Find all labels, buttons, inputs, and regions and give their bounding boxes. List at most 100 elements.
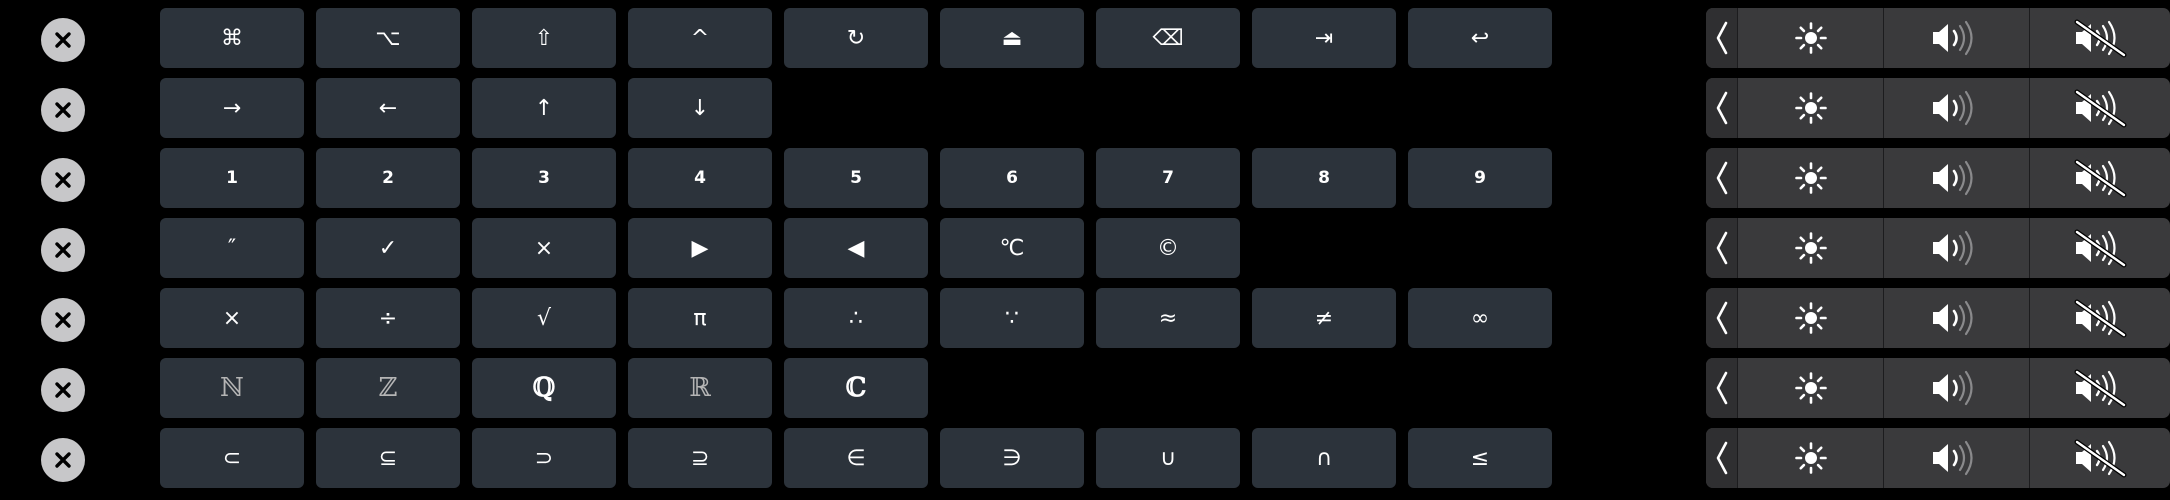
play-key[interactable]: ▶ xyxy=(628,218,772,278)
return-key[interactable]: ↩ xyxy=(1408,8,1552,68)
square-root-key[interactable]: √ xyxy=(472,288,616,348)
rotate-key[interactable]: ↻ xyxy=(784,8,928,68)
brightness-icon xyxy=(1794,442,1827,474)
delete-key[interactable]: ⌫ xyxy=(1096,8,1240,68)
chevron-left-icon xyxy=(1716,231,1727,265)
multiplication-sign-key[interactable]: × xyxy=(472,218,616,278)
digit-2-key[interactable]: 2 xyxy=(316,148,460,208)
chevron-left-icon xyxy=(1716,301,1727,335)
integers-key[interactable]: ℤ xyxy=(316,358,460,418)
left-arrow-key[interactable]: ← xyxy=(316,78,460,138)
collapse-button[interactable] xyxy=(1706,288,1738,348)
right-arrow-key[interactable]: → xyxy=(160,78,304,138)
element-of-key[interactable]: ∈ xyxy=(784,428,928,488)
mute-button[interactable] xyxy=(2030,8,2170,68)
digit-5-key[interactable]: 5 xyxy=(784,148,928,208)
copyright-key[interactable]: © xyxy=(1096,218,1240,278)
approx-key[interactable]: ≈ xyxy=(1096,288,1240,348)
brightness-button[interactable] xyxy=(1738,288,1884,348)
mute-icon xyxy=(2074,439,2127,478)
collapse-button[interactable] xyxy=(1706,428,1738,488)
volume-button[interactable] xyxy=(1884,428,2030,488)
mute-button[interactable] xyxy=(2030,218,2170,278)
volume-button[interactable] xyxy=(1884,8,2030,68)
brightness-button[interactable] xyxy=(1738,8,1884,68)
union-key[interactable]: ∪ xyxy=(1096,428,1240,488)
digit-7-key[interactable]: 7 xyxy=(1096,148,1240,208)
mute-button[interactable] xyxy=(2030,358,2170,418)
volume-icon xyxy=(1932,300,1973,336)
brightness-icon xyxy=(1794,162,1827,194)
times-key[interactable]: × xyxy=(160,288,304,348)
superset-key[interactable]: ⊃ xyxy=(472,428,616,488)
chevron-left-icon xyxy=(1716,371,1727,405)
check-mark-key[interactable]: ✓ xyxy=(316,218,460,278)
up-arrow-key[interactable]: ↑ xyxy=(472,78,616,138)
collapse-button[interactable] xyxy=(1706,358,1738,418)
option-key[interactable]: ⌥ xyxy=(316,8,460,68)
divide-key[interactable]: ÷ xyxy=(316,288,460,348)
collapse-button[interactable] xyxy=(1706,218,1738,278)
close-x-icon xyxy=(55,452,71,468)
shift-key[interactable]: ⇧ xyxy=(472,8,616,68)
superset-equal-key[interactable]: ⊇ xyxy=(628,428,772,488)
tab-key[interactable]: ⇥ xyxy=(1252,8,1396,68)
reals-key[interactable]: ℝ xyxy=(628,358,772,418)
less-equal-key[interactable]: ≤ xyxy=(1408,428,1552,488)
mute-button[interactable] xyxy=(2030,288,2170,348)
collapse-button[interactable] xyxy=(1706,78,1738,138)
close-button[interactable] xyxy=(41,368,85,412)
touch-bar-row: ⌘ ⌥ ⇧ ^ ↻ ⏏ ⌫ ⇥ ↩ xyxy=(0,8,2170,70)
brightness-button[interactable] xyxy=(1738,218,1884,278)
not-equal-key[interactable]: ≠ xyxy=(1252,288,1396,348)
touch-bar-row: 123456789 xyxy=(0,148,2170,210)
digit-3-key[interactable]: 3 xyxy=(472,148,616,208)
rationals-key[interactable]: ℚ xyxy=(472,358,616,418)
mute-button[interactable] xyxy=(2030,78,2170,138)
subset-key[interactable]: ⊂ xyxy=(160,428,304,488)
eject-key[interactable]: ⏏ xyxy=(940,8,1084,68)
subset-equal-key[interactable]: ⊆ xyxy=(316,428,460,488)
infinity-key[interactable]: ∞ xyxy=(1408,288,1552,348)
volume-button[interactable] xyxy=(1884,78,2030,138)
close-button[interactable] xyxy=(41,438,85,482)
therefore-key[interactable]: ∴ xyxy=(784,288,928,348)
close-button[interactable] xyxy=(41,298,85,342)
pi-key[interactable]: π xyxy=(628,288,772,348)
close-button[interactable] xyxy=(41,88,85,132)
volume-button[interactable] xyxy=(1884,358,2030,418)
double-prime-key[interactable]: ″ xyxy=(160,218,304,278)
brightness-button[interactable] xyxy=(1738,358,1884,418)
contains-key[interactable]: ∋ xyxy=(940,428,1084,488)
brightness-button[interactable] xyxy=(1738,148,1884,208)
collapse-button[interactable] xyxy=(1706,148,1738,208)
mute-button[interactable] xyxy=(2030,428,2170,488)
digit-1-key[interactable]: 1 xyxy=(160,148,304,208)
volume-icon xyxy=(1932,90,1973,126)
digit-8-key[interactable]: 8 xyxy=(1252,148,1396,208)
volume-button[interactable] xyxy=(1884,218,2030,278)
down-arrow-key[interactable]: ↓ xyxy=(628,78,772,138)
naturals-key[interactable]: ℕ xyxy=(160,358,304,418)
volume-button[interactable] xyxy=(1884,288,2030,348)
close-button[interactable] xyxy=(41,18,85,62)
celsius-key[interactable]: ℃ xyxy=(940,218,1084,278)
control-key[interactable]: ^ xyxy=(628,8,772,68)
brightness-icon xyxy=(1794,232,1827,264)
because-key[interactable]: ∵ xyxy=(940,288,1084,348)
close-button[interactable] xyxy=(41,228,85,272)
collapse-button[interactable] xyxy=(1706,8,1738,68)
touch-bar-row: ⊂ ⊆ ⊃ ⊇ ∈ ∋ ∪ ∩ ≤ xyxy=(0,428,2170,490)
digit-9-key[interactable]: 9 xyxy=(1408,148,1552,208)
command-key[interactable]: ⌘ xyxy=(160,8,304,68)
mute-button[interactable] xyxy=(2030,148,2170,208)
intersection-key[interactable]: ∩ xyxy=(1252,428,1396,488)
complex-key[interactable]: ℂ xyxy=(784,358,928,418)
digit-6-key[interactable]: 6 xyxy=(940,148,1084,208)
digit-4-key[interactable]: 4 xyxy=(628,148,772,208)
brightness-button[interactable] xyxy=(1738,428,1884,488)
reverse-key[interactable]: ◀ xyxy=(784,218,928,278)
volume-button[interactable] xyxy=(1884,148,2030,208)
brightness-button[interactable] xyxy=(1738,78,1884,138)
close-button[interactable] xyxy=(41,158,85,202)
